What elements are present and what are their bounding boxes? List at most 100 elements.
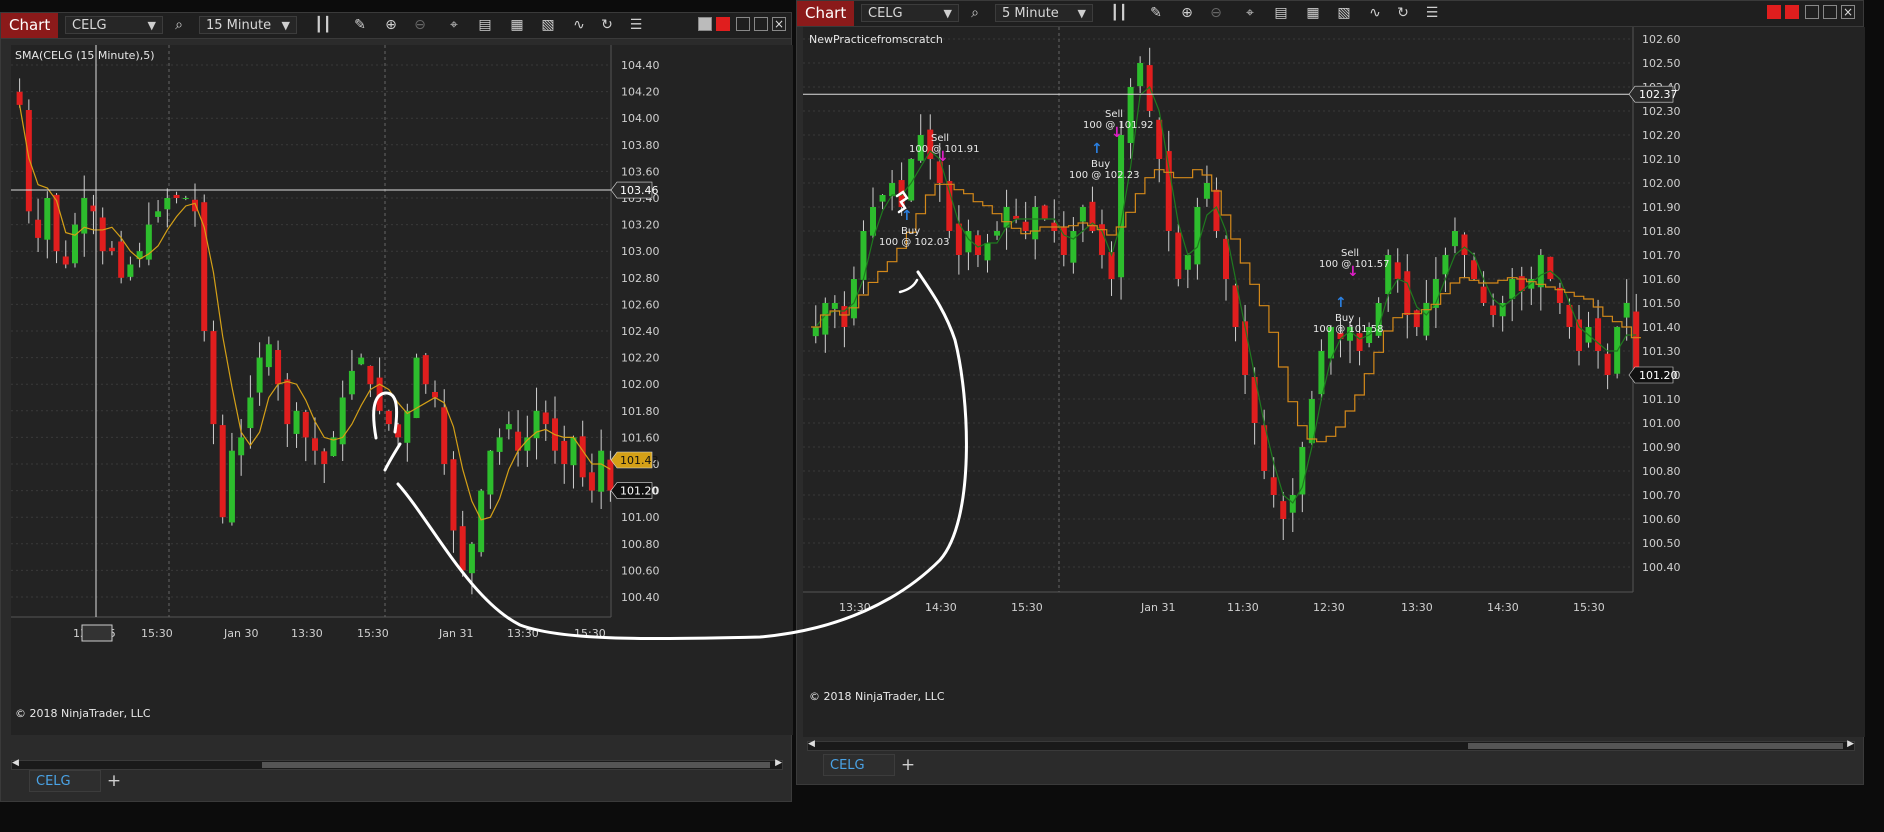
candle-body xyxy=(1032,207,1039,240)
minimize-button[interactable] xyxy=(736,17,750,31)
refresh-icon[interactable]: ↻ xyxy=(1393,3,1413,23)
candle-body xyxy=(404,410,411,443)
candle-body xyxy=(348,370,355,395)
last-price-tag-label: 101.20 xyxy=(1639,369,1678,382)
buy-arrow-icon: ↑ xyxy=(1335,295,1347,311)
candle-body xyxy=(1356,333,1363,351)
color-link-button[interactable] xyxy=(1785,5,1799,19)
right-price-plot[interactable]: 102.60102.50102.40102.30102.20102.10102.… xyxy=(803,27,1865,737)
left-horizontal-scrollbar[interactable]: ◀ ▶ xyxy=(11,758,783,770)
price-tick-label: 100.40 xyxy=(621,591,660,604)
candle-body xyxy=(496,437,503,452)
candle-body xyxy=(1423,303,1430,336)
price-tick-label: 100.90 xyxy=(1642,441,1681,454)
price-tick-label: 101.30 xyxy=(1642,345,1681,358)
candle-body xyxy=(72,224,78,264)
candle-body xyxy=(468,543,475,574)
right-tab-celg[interactable]: CELG xyxy=(823,754,895,776)
instrument-link-button[interactable] xyxy=(1767,5,1781,19)
candle-body xyxy=(1451,231,1458,247)
zoom-out-icon[interactable]: ⊖ xyxy=(1206,3,1226,23)
candle-body xyxy=(265,344,272,368)
minimize-button[interactable] xyxy=(1805,5,1819,19)
bar-type-icon[interactable]: ┃┃ xyxy=(1109,3,1129,23)
draw-pencil-icon[interactable]: ✎ xyxy=(1146,3,1166,23)
candle-body xyxy=(1079,207,1086,222)
instrument-link-button[interactable] xyxy=(716,17,730,31)
scroll-right-icon[interactable]: ▶ xyxy=(1847,739,1854,749)
price-tick-label: 104.00 xyxy=(621,112,660,125)
right-interval-select[interactable]: 5 Minute ▼ xyxy=(995,4,1093,22)
zoom-in-icon[interactable]: ⊕ xyxy=(381,15,401,35)
left-interval-select[interactable]: 15 Minute ▼ xyxy=(199,16,297,34)
indicators-icon[interactable]: ▦ xyxy=(1303,3,1323,23)
close-button[interactable]: × xyxy=(772,17,786,31)
maximize-button[interactable] xyxy=(754,17,768,31)
price-tick-label: 102.10 xyxy=(1642,153,1681,166)
crosshair-price-tag-label: 102.37 xyxy=(1639,88,1678,101)
zoom-in-icon[interactable]: ⊕ xyxy=(1177,3,1197,23)
left-add-tab-button[interactable]: + xyxy=(103,770,125,792)
scroll-left-icon[interactable]: ◀ xyxy=(808,739,815,749)
close-button[interactable]: × xyxy=(1841,5,1855,19)
candle-body xyxy=(812,327,819,337)
properties-icon[interactable]: ▤ xyxy=(1271,3,1291,23)
price-tick-label: 103.20 xyxy=(621,219,660,232)
right-scroll-thumb[interactable] xyxy=(1468,743,1843,749)
candle-body xyxy=(1509,279,1516,299)
left-price-plot[interactable]: 104.40 104.20 104.00 103.80 103.60 103.40 103.… xyxy=(11,45,793,735)
maximize-button[interactable] xyxy=(1823,5,1837,19)
left-tab-celg[interactable]: CELG xyxy=(29,770,101,792)
right-add-tab-button[interactable]: + xyxy=(897,754,919,776)
right-horizontal-scrollbar[interactable]: ◀ ▶ xyxy=(807,739,1855,751)
strategies-icon[interactable]: ▧ xyxy=(1334,3,1354,23)
left-candlestick-chart[interactable]: 104.40104.20104.00103.80103.60103.40103.… xyxy=(11,45,793,735)
price-tick-label: 101.00 xyxy=(621,511,660,524)
refresh-icon[interactable]: ↻ xyxy=(597,15,617,35)
candle-body xyxy=(1595,318,1602,351)
left-scroll-thumb[interactable] xyxy=(262,762,770,768)
execution-side-label: Buy xyxy=(1335,313,1354,324)
properties-icon[interactable]: ▤ xyxy=(475,15,495,35)
crosshair-time-tag-box xyxy=(81,624,113,642)
crosshair-icon[interactable]: ⌖ xyxy=(1240,3,1260,23)
candle-body xyxy=(164,198,171,210)
signal-icon[interactable]: ∿ xyxy=(1365,3,1385,23)
time-tick-label: 11:30 xyxy=(1227,601,1259,614)
candle-body xyxy=(450,459,457,531)
price-tick-label: 102.00 xyxy=(621,378,660,391)
candle-body xyxy=(1471,260,1478,279)
left-copyright: © 2018 NinjaTrader, LLC xyxy=(15,707,151,720)
candle-body xyxy=(210,331,217,425)
sell-arrow-icon: ↓ xyxy=(1111,125,1123,141)
candle-body xyxy=(385,410,392,425)
sma-price-tag-label: 101.43 xyxy=(620,454,659,467)
price-tick-label: 100.80 xyxy=(621,538,660,551)
strategies-icon[interactable]: ▧ xyxy=(538,15,558,35)
scroll-right-icon[interactable]: ▶ xyxy=(775,758,782,768)
candle-body xyxy=(984,243,991,261)
candle-body xyxy=(35,219,42,238)
right-symbol-select[interactable]: CELG ▼ xyxy=(861,4,959,22)
candle-body xyxy=(965,231,972,253)
scroll-left-icon[interactable]: ◀ xyxy=(12,758,19,768)
draw-pencil-icon[interactable]: ✎ xyxy=(350,15,370,35)
signal-icon[interactable]: ∿ xyxy=(569,15,589,35)
color-link-button[interactable] xyxy=(698,17,712,31)
price-tick-label: 102.60 xyxy=(1642,33,1681,46)
left-symbol-select[interactable]: CELG ▼ xyxy=(65,16,163,34)
bar-type-icon[interactable]: ┃┃ xyxy=(313,15,333,35)
zoom-out-icon[interactable]: ⊖ xyxy=(410,15,430,35)
candle-body xyxy=(1118,135,1125,278)
search-icon[interactable]: ⌕ xyxy=(169,15,189,35)
candle-body xyxy=(1137,63,1144,87)
indicators-icon[interactable]: ▦ xyxy=(507,15,527,35)
candle-body xyxy=(1623,303,1630,318)
price-tick-label: 101.50 xyxy=(1642,297,1681,310)
search-icon[interactable]: ⌕ xyxy=(965,3,985,23)
list-icon[interactable]: ☰ xyxy=(626,15,646,35)
right-candlestick-chart[interactable]: 102.60102.50102.40102.30102.20102.10102.… xyxy=(803,27,1865,737)
candle-body xyxy=(302,411,309,438)
crosshair-icon[interactable]: ⌖ xyxy=(444,15,464,35)
list-icon[interactable]: ☰ xyxy=(1422,3,1442,23)
